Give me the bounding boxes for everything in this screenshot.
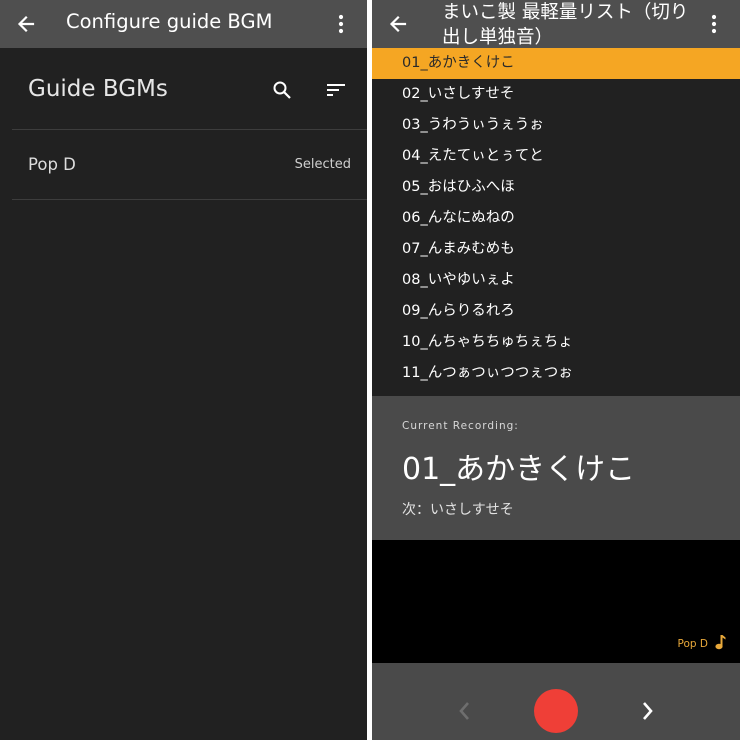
guide-bgm-name: Pop D [677, 638, 708, 650]
reclist-item[interactable]: 09_んらりるれろ [372, 296, 740, 327]
top-app-bar: まいこ製 最軽量リスト（切り出し単独音） [372, 0, 740, 48]
reclist-item[interactable]: 06_んなにぬねの [372, 203, 740, 234]
music-note-icon [714, 634, 726, 654]
reclist: 01_あかきくけこ 02_いさしすせそ 03_うわうぃうぇうぉ 04_えたてぃと… [372, 48, 740, 396]
reclist-item-selected[interactable]: 01_あかきくけこ [372, 48, 740, 79]
recording-screen: まいこ製 最軽量リスト（切り出し単独音） 01_あかきくけこ 02_いさしすせそ… [372, 0, 740, 740]
reclist-item[interactable]: 10_んちゃちちゅちぇちょ [372, 327, 740, 358]
section-title: Guide BGMs [28, 76, 168, 102]
next-recording-name: 次：いさしすせそ [402, 502, 514, 518]
sort-icon[interactable] [324, 78, 348, 102]
recording-controls [372, 663, 740, 740]
reclist-title: まいこ製 最軽量リスト（切り出し単独音） [442, 2, 689, 48]
current-recording-panel: Current Recording: 01_あかきくけこ 次：いさしすせそ [372, 396, 740, 540]
reclist-item[interactable]: 11_んつぁつぃつつぇつぉ [372, 358, 740, 389]
current-recording-label: Current Recording: [402, 420, 519, 432]
reclist-item[interactable]: 05_おはひふへほ [372, 172, 740, 203]
reclist-item[interactable]: 03_うわうぃうぇうぉ [372, 110, 740, 141]
bgm-name: Pop D [28, 155, 76, 174]
current-recording-name: 01_あかきくけこ [402, 452, 636, 487]
divider [12, 129, 367, 130]
arrow-back-icon[interactable] [12, 10, 40, 38]
divider [12, 199, 367, 200]
guide-bgm-screen: Configure guide BGM Guide BGMs Pop D Sel… [0, 0, 367, 740]
bgm-list-item[interactable]: Pop D Selected [12, 131, 367, 199]
reclist-item[interactable]: 02_いさしすせそ [372, 79, 740, 110]
record-button[interactable] [534, 689, 578, 733]
chevron-left-icon[interactable] [452, 699, 476, 723]
guide-bgm-indicator[interactable]: Pop D [678, 634, 726, 654]
arrow-back-icon[interactable] [384, 10, 412, 38]
reclist-item[interactable]: 04_えたてぃとぅてと [372, 141, 740, 172]
page-title: Configure guide BGM [66, 10, 273, 33]
more-vert-icon[interactable] [329, 10, 353, 38]
top-app-bar: Configure guide BGM [0, 0, 367, 48]
chevron-right-icon[interactable] [636, 699, 660, 723]
selected-label: Selected [294, 157, 351, 172]
reclist-item[interactable]: 08_いやゆいぇよ [372, 265, 740, 296]
search-icon[interactable] [270, 78, 294, 102]
more-vert-icon[interactable] [702, 10, 726, 38]
reclist-item[interactable]: 07_んまみむめも [372, 234, 740, 265]
